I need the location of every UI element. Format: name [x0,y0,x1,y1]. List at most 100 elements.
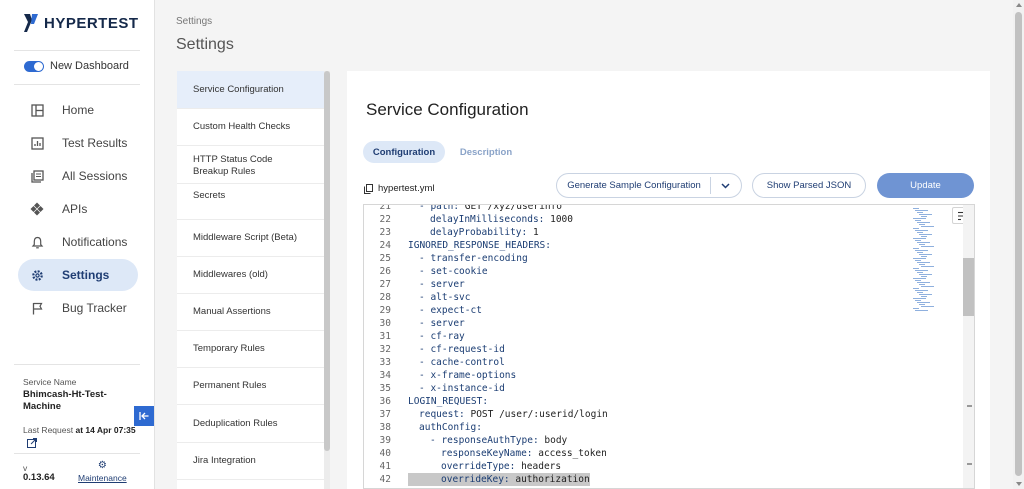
line-number: 23 [379,227,391,238]
scroll-down-arrow-icon[interactable] [1016,482,1022,486]
code-line[interactable]: 33 - cache-control [364,356,909,369]
minimap-line [921,266,934,267]
nav-item-test-results[interactable]: Test Results [18,127,138,159]
code-line[interactable]: 24 IGNORED_RESPONSE_HEADERS: [364,239,909,252]
code-line[interactable]: 34 - x-frame-options [364,369,909,382]
nav-item-settings[interactable]: Settings [18,259,138,291]
settings-item-middleware-script[interactable]: Middleware Script (Beta) [177,220,324,257]
nav-item-apis[interactable]: APIs [18,193,138,225]
minimap-line [917,252,923,253]
code-line[interactable]: 31 - cf-ray [364,330,909,343]
code-line[interactable]: 28 - alt-svc [364,291,909,304]
divider [14,50,140,51]
code-line[interactable]: 32 - cf-request-id [364,343,909,356]
copy-file-icon[interactable] [364,183,373,194]
code-line[interactable]: 38 authConfig: [364,421,909,434]
window-scrollbar-thumb[interactable] [1015,12,1022,476]
settings-item-secrets[interactable]: Secrets [177,184,324,220]
button-separator [710,177,711,194]
toggle-switch[interactable] [24,60,44,72]
code-line[interactable]: 23 delayProbability: 1 [364,226,909,239]
settings-item-deduplication-rules[interactable]: Deduplication Rules [177,405,324,443]
nav-item-home[interactable]: Home [18,94,138,126]
minimap-line [921,256,927,257]
minimap-line [917,282,930,283]
chevron-down-icon[interactable] [720,180,731,191]
code-text: - expect-ct [419,305,482,316]
brand-logo[interactable]: HYPERTEST [24,14,139,32]
minimap-line [917,212,923,213]
line-number: 21 [379,204,391,212]
code-line[interactable]: 35 - x-instance-id [364,382,909,395]
code-line[interactable]: 42 overrideKey: authorization [364,473,909,486]
tab-configuration[interactable]: Configuration [363,141,445,163]
settings-item-temporary-rules[interactable]: Temporary Rules [177,331,324,368]
code-text: - set-cookie [419,266,488,277]
code-line[interactable]: 41 overrideType: headers [364,460,909,473]
generate-sample-configuration-button[interactable]: Generate Sample Configuration [556,173,742,198]
window-scrollbar[interactable] [1013,0,1024,489]
editor-scrollbar-thumb[interactable] [963,258,974,316]
minimap-line [921,226,934,227]
line-number: 40 [379,448,391,459]
gear-icon: ⚙ [97,460,107,471]
code-line[interactable]: 36 LOGIN_REQUEST: [364,395,909,408]
settings-item-jira-integration[interactable]: Jira Integration [177,443,324,480]
minimap-line [913,218,926,219]
minimap-line [917,232,923,233]
toggle-label: New Dashboard [50,60,129,72]
line-number: 37 [379,409,391,420]
sessions-icon [30,169,44,183]
settings-item-permanent-rules[interactable]: Permanent Rules [177,368,324,405]
minimap-line [919,274,932,275]
external-link-icon[interactable] [27,438,37,448]
code-line[interactable]: 25 - transfer-encoding [364,252,909,265]
code-text: - x-frame-options [419,370,517,381]
panel-title: Service Configuration [366,100,529,119]
line-number: 27 [379,279,391,290]
code-line[interactable]: 21 - path: GET /xyz/userinfo [364,204,909,213]
settings-menu-scrollbar[interactable] [324,71,330,489]
code-line[interactable]: 37 request: POST /user/:userid/login [364,408,909,421]
settings-item-custom-health-checks[interactable]: Custom Health Checks [177,109,324,146]
code-text: - alt-svc [419,292,471,303]
nav-label: APIs [62,202,88,216]
code-line[interactable]: 39 - responseAuthType: body [364,434,909,447]
update-button[interactable]: Update [877,173,974,198]
nav-item-bug-tracker[interactable]: Bug Tracker [18,292,138,324]
new-dashboard-toggle[interactable]: New Dashboard [24,60,129,72]
line-number: 36 [379,396,391,407]
code-line[interactable]: 40 responseKeyName: access_token [364,447,909,460]
code-line[interactable]: 30 - server [364,317,909,330]
collapse-sidebar-button[interactable] [134,406,154,426]
settings-item-service-configuration[interactable]: Service Configuration [177,71,324,109]
code-text: delayInMilliseconds: 1000 [430,214,573,225]
line-number: 35 [379,383,391,394]
settings-item-manual-assertions[interactable]: Manual Assertions [177,294,324,331]
divider [14,453,140,454]
settings-item-http-status-code[interactable]: HTTP Status Code Breakup Rules [177,146,324,184]
settings-item-middlewares-old[interactable]: Middlewares (old) [177,257,324,294]
code-line[interactable]: 29 - expect-ct [364,304,909,317]
code-line[interactable]: 22 delayInMilliseconds: 1000 [364,213,909,226]
minimap-line [915,240,921,241]
minimap-line [917,292,923,293]
line-number: 25 [379,253,391,264]
minimap-line [921,306,934,307]
nav-item-all-sessions[interactable]: All Sessions [18,160,138,192]
sidebar: HYPERTEST New Dashboard Home Test Result… [0,0,155,489]
code-line[interactable]: 26 - set-cookie [364,265,909,278]
nav-label: Notifications [62,235,128,249]
scrollbar-thumb[interactable] [324,71,330,451]
scroll-up-arrow-icon[interactable] [1016,3,1022,7]
code-line[interactable]: 27 - server [364,278,909,291]
minimap-line [919,254,932,255]
editor-scrollbar[interactable] [963,205,974,488]
yaml-code-editor[interactable]: 21 - path: GET /xyz/userinfo 22 delayInMill… [363,204,975,489]
show-parsed-json-button[interactable]: Show Parsed JSON [752,173,866,198]
minimap-line [917,262,930,263]
tab-description[interactable]: Description [450,141,522,163]
maintenance-link[interactable]: ⚙ Maintenance [78,460,127,484]
nav-item-notifications[interactable]: Notifications [18,226,138,258]
scrollbar-marker [967,405,972,407]
